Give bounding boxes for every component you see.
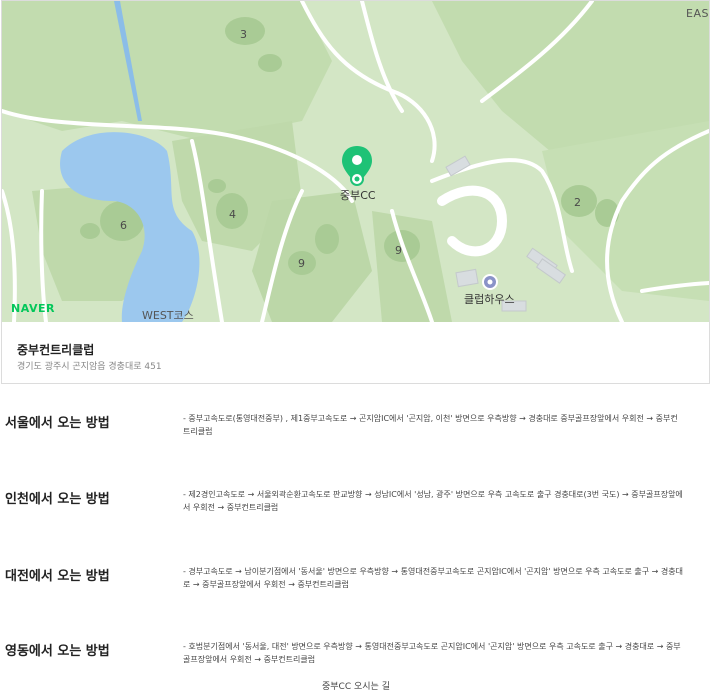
course-label: WEST코스: [142, 309, 194, 322]
compass-label: EAST: [686, 7, 709, 20]
hole-label: 3: [240, 28, 247, 41]
hole-label: 4: [229, 208, 236, 221]
map-canvas: [2, 1, 709, 322]
clubhouse-label[interactable]: 클럽하우스: [464, 291, 515, 307]
route-description: - 호법분기점에서 '동서울, 대전' 방면으로 우측방향 → 통영대전중부고속…: [183, 642, 681, 664]
route-title: 서울에서 오는 방법: [5, 416, 110, 431]
route-description: - 경부고속도로 → 남이분기점에서 '동서울' 방면으로 우측방향 → 통영대…: [183, 567, 683, 589]
pin-label[interactable]: 중부CC: [340, 187, 376, 203]
hole-label: 9: [298, 257, 305, 270]
hole-label: 2: [574, 196, 581, 209]
naver-logo[interactable]: NAVER: [11, 302, 55, 315]
route-title: 인천에서 오는 방법: [5, 492, 110, 507]
hole-label: 9: [395, 244, 402, 257]
route-description: - 제2경인고속도로 → 서울외곽순환고속도로 판교방향 → 성남IC에서 '성…: [183, 490, 683, 512]
route-title: 영동에서 오는 방법: [5, 644, 110, 659]
route-title: 대전에서 오는 방법: [5, 569, 110, 584]
place-name[interactable]: 중부컨트리클럽: [17, 341, 94, 358]
map-view[interactable]: 3 6 4 9 9 2 EAST WEST코스 중부CC 클럽하우스 NAVER: [2, 1, 709, 322]
map-card: 3 6 4 9 9 2 EAST WEST코스 중부CC 클럽하우스 NAVER…: [1, 0, 710, 384]
place-address: 경기도 광주시 곤지암읍 경충대로 451: [17, 362, 162, 372]
hole-label: 6: [120, 219, 127, 232]
directions-link[interactable]: 중부CC 오시는 길: [0, 679, 712, 692]
route-description: - 중부고속도로(통영대전중부) , 제1중부고속도로 → 곤지암IC에서 '곤…: [183, 414, 678, 436]
